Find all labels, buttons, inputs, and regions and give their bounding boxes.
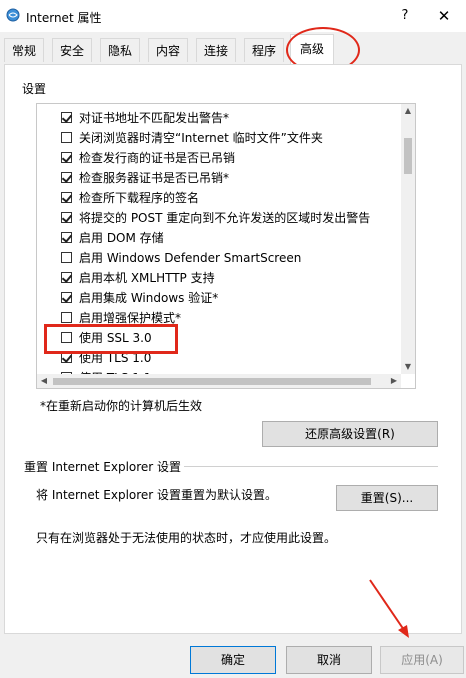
settings-list[interactable]: 对证书地址不匹配发出警告* 关闭浏览器时清空“Internet 临时文件”文件夹… [36, 103, 416, 389]
reset-description: 将 Internet Explorer 设置重置为默认设置。 [36, 488, 278, 502]
reset-hint: 只有在浏览器处于无法使用的状态时，才应使用此设置。 [36, 531, 337, 545]
checkbox[interactable] [61, 272, 72, 283]
help-button[interactable]: ? [394, 4, 416, 28]
checkbox[interactable] [61, 172, 72, 183]
scroll-thumb[interactable] [404, 138, 412, 174]
reset-section-label: 重置 Internet Explorer 设置 [24, 460, 182, 474]
reset-button[interactable]: 重置(S)... [336, 485, 438, 511]
window-title: Internet 属性 [26, 11, 102, 25]
checkbox[interactable] [61, 332, 72, 343]
settings-label: 设置 [22, 82, 47, 96]
horizontal-scrollbar[interactable]: ◀ ▶ [37, 374, 401, 388]
scroll-up-icon[interactable]: ▲ [401, 104, 415, 118]
checkbox[interactable] [61, 312, 72, 323]
tab-connections[interactable]: 连接 [196, 38, 236, 62]
divider [184, 466, 438, 467]
tab-strip: 常规 安全 隐私 内容 连接 程序 高级 [0, 32, 466, 66]
checkbox[interactable] [61, 292, 72, 303]
tab-security[interactable]: 安全 [52, 38, 92, 62]
checkbox[interactable] [61, 212, 72, 223]
scroll-down-icon[interactable]: ▼ [401, 360, 415, 374]
apply-button[interactable]: 应用(A) [380, 646, 464, 674]
scroll-thumb[interactable] [53, 378, 371, 385]
checkbox[interactable] [61, 232, 72, 243]
checkbox[interactable] [61, 112, 72, 123]
tab-programs[interactable]: 程序 [244, 38, 284, 62]
title-bar: Internet 属性 ? ✕ [0, 0, 466, 32]
internet-options-icon [6, 8, 20, 22]
ok-button[interactable]: 确定 [190, 646, 276, 674]
checkbox[interactable] [61, 352, 72, 363]
tab-advanced[interactable]: 高级 [290, 34, 334, 64]
tab-privacy[interactable]: 隐私 [100, 38, 140, 62]
restart-note: *在重新启动你的计算机后生效 [40, 399, 203, 413]
tab-general[interactable]: 常规 [4, 38, 44, 62]
close-button[interactable]: ✕ [432, 4, 456, 28]
cancel-button[interactable]: 取消 [286, 646, 372, 674]
vertical-scrollbar[interactable]: ▲ ▼ [401, 104, 415, 374]
tab-content[interactable]: 内容 [148, 38, 188, 62]
scroll-left-icon[interactable]: ◀ [37, 374, 51, 388]
restore-advanced-button[interactable]: 还原高级设置(R) [262, 421, 438, 447]
checkbox[interactable] [61, 192, 72, 203]
scroll-right-icon[interactable]: ▶ [387, 374, 401, 388]
checkbox[interactable] [61, 252, 72, 263]
checkbox[interactable] [61, 132, 72, 143]
checkbox[interactable] [61, 152, 72, 163]
